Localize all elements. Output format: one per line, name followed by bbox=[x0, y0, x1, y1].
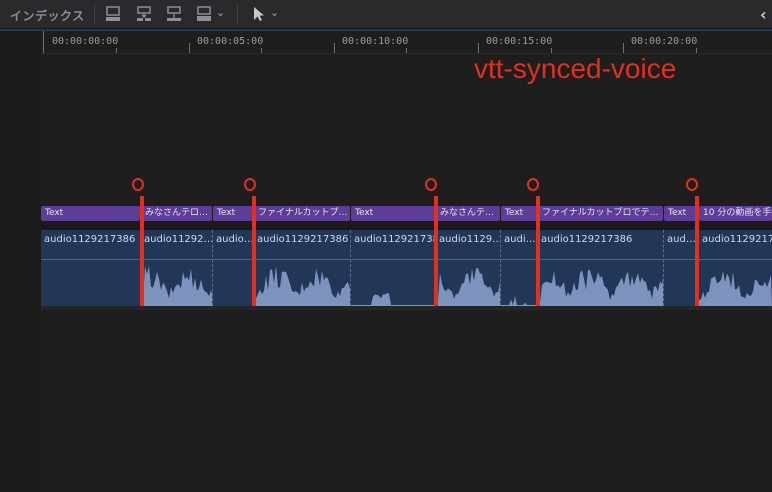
audio-clip[interactable]: audio1129217386 bbox=[254, 230, 351, 306]
ruler-timecode: 00:00:00:00 bbox=[52, 36, 119, 47]
ruler-major-tick bbox=[189, 43, 190, 53]
annotation-marker-circle bbox=[132, 178, 144, 191]
audio-clip[interactable]: audio11292… bbox=[141, 230, 213, 306]
insert-clip-icon[interactable] bbox=[135, 5, 153, 23]
waveform-shape bbox=[141, 266, 212, 306]
audio-clip[interactable]: audi… bbox=[501, 230, 538, 306]
audio-waveform bbox=[213, 260, 253, 306]
ruler-timecode: 00:00:05:00 bbox=[197, 36, 264, 47]
audio-waveform bbox=[254, 265, 350, 306]
audio-clip-label: audio11292173 bbox=[702, 234, 772, 245]
title-clip[interactable]: みなさんテロ… bbox=[141, 206, 212, 221]
connect-clip-icon[interactable] bbox=[165, 5, 183, 23]
audio-clip[interactable]: audio1129217386 bbox=[351, 230, 436, 306]
lane-bottom-edge bbox=[41, 306, 772, 310]
ruler-major-tick bbox=[478, 43, 479, 53]
audio-waveform bbox=[699, 271, 772, 306]
annotation-label: vtt-synced-voice bbox=[474, 53, 677, 84]
ruler-minor-tick bbox=[116, 48, 117, 53]
annotation-marker-circle bbox=[244, 178, 256, 191]
audio-clip-label: audi… bbox=[504, 234, 536, 245]
audio-waveform bbox=[538, 269, 663, 306]
audio-clip-label: audio1129217386 bbox=[354, 234, 435, 245]
ruler-timecode: 00:00:10:00 bbox=[342, 36, 409, 47]
audio-clip[interactable]: audio… bbox=[213, 230, 254, 306]
audio-waveform bbox=[436, 268, 500, 306]
title-clip[interactable]: みなさんテ… bbox=[436, 206, 500, 221]
waveform-shape bbox=[501, 296, 537, 306]
ruler-minor-tick bbox=[696, 48, 697, 53]
lane-gap bbox=[41, 221, 772, 230]
annotation-marker-circle bbox=[425, 178, 437, 191]
audio-waveform bbox=[501, 296, 537, 306]
annotation-marker-line bbox=[140, 196, 144, 306]
audio-clip[interactable]: aud… bbox=[664, 230, 699, 306]
timeline-toolbar: インデックス ⌄ ⌄ ‹ bbox=[0, 0, 772, 29]
annotation-marker-line bbox=[695, 196, 699, 306]
ruler-timecode: 00:00:20:00 bbox=[631, 36, 698, 47]
audio-lane: audio1129217386 audio11292… audio… audio… bbox=[41, 230, 772, 306]
title-clip[interactable]: ファイナルカットプ… bbox=[254, 206, 350, 221]
audio-clip[interactable]: audio1129217386 bbox=[538, 230, 664, 306]
title-clip[interactable]: Text bbox=[41, 206, 140, 221]
title-lane: Text みなさんテロ… Text ファイナルカットプ… Text みなさんテ…… bbox=[41, 206, 772, 221]
audio-clip-label: audio… bbox=[216, 234, 254, 245]
title-clip[interactable]: Text bbox=[351, 206, 435, 221]
waveform-shape bbox=[351, 293, 435, 306]
timeline-ruler[interactable]: 00:00:00:00 00:00:05:00 00:00:10:00 00:0… bbox=[41, 31, 772, 54]
audio-waveform bbox=[41, 260, 140, 306]
audio-waveform bbox=[351, 293, 435, 306]
waveform-shape bbox=[699, 271, 772, 306]
waveform-shape bbox=[436, 268, 500, 306]
audio-clip-label: aud… bbox=[667, 234, 696, 245]
chevron-down-icon[interactable]: ⌄ bbox=[216, 6, 225, 19]
annotation-marker-line bbox=[536, 196, 540, 306]
title-clip[interactable]: Text bbox=[501, 206, 537, 221]
title-clip[interactable]: ファイナルカットプロでテ… bbox=[538, 206, 663, 221]
title-clip[interactable]: 10 分の動画を手作 bbox=[699, 206, 772, 221]
ruler-minor-tick bbox=[261, 48, 262, 53]
chevron-down-icon[interactable]: ⌄ bbox=[270, 6, 279, 19]
audio-clip[interactable]: audio1129217386 bbox=[41, 230, 141, 306]
ruler-major-tick bbox=[43, 31, 44, 53]
annotation-marker-circle bbox=[527, 178, 539, 191]
ruler-minor-tick bbox=[406, 48, 407, 53]
overwrite-clip-icon[interactable] bbox=[195, 5, 213, 23]
toolbar-separator bbox=[237, 4, 238, 24]
title-clip[interactable]: Text bbox=[664, 206, 698, 221]
annotation-marker-line bbox=[252, 196, 256, 306]
audio-clip-label: audio1129217386 bbox=[44, 234, 136, 245]
audio-clip-label: audio1129217386 bbox=[257, 234, 349, 245]
chevron-left-icon[interactable]: ‹ bbox=[760, 5, 767, 24]
audio-clip-label: audio11292… bbox=[144, 234, 213, 245]
audio-clip[interactable]: audio1129… bbox=[436, 230, 501, 306]
ruler-major-tick bbox=[623, 43, 624, 53]
index-button[interactable]: インデックス bbox=[10, 7, 85, 24]
audio-clip[interactable]: audio11292173 bbox=[699, 230, 772, 306]
annotation-marker-circle bbox=[686, 178, 698, 191]
annotation-marker-line bbox=[434, 196, 438, 306]
ruler-timecode: 00:00:15:00 bbox=[486, 36, 553, 47]
audio-clip-label: audio1129… bbox=[439, 234, 501, 245]
audio-clip-label: audio1129217386 bbox=[541, 234, 633, 245]
toolbar-separator bbox=[94, 4, 95, 24]
audio-waveform bbox=[141, 266, 212, 306]
title-clip[interactable]: Text bbox=[213, 206, 253, 221]
append-clip-icon[interactable] bbox=[104, 5, 122, 23]
select-tool-icon[interactable] bbox=[250, 5, 268, 23]
ruler-major-tick bbox=[334, 43, 335, 53]
audio-waveform bbox=[664, 260, 698, 306]
timeline-left-panel bbox=[0, 31, 41, 492]
waveform-shape bbox=[538, 269, 663, 306]
waveform-shape bbox=[254, 265, 350, 306]
